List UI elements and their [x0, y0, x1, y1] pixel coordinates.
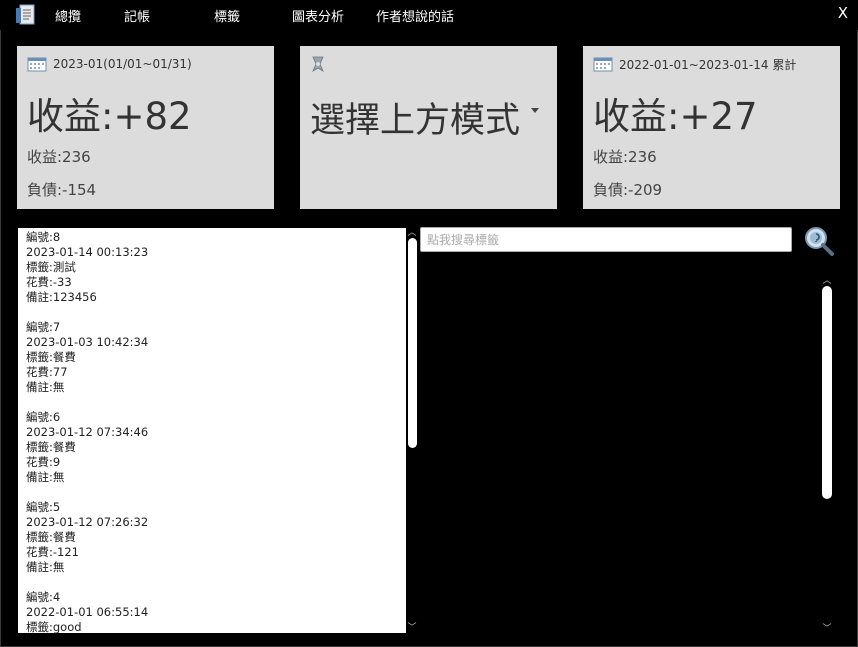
record-line: 編號:5 — [26, 500, 61, 514]
record-item[interactable]: 編號:5 2023-01-12 07:26:32 標籤:餐費 花費:-121 備註:無 — [26, 500, 148, 575]
record-line: 備註:123456 — [26, 290, 97, 304]
record-line: 花費:-33 — [26, 275, 72, 289]
record-line: 2023-01-12 07:26:32 — [26, 515, 149, 529]
calendar-icon — [593, 57, 613, 72]
record-line: 標籤:餐費 — [26, 440, 76, 454]
income-value: 收益:236 — [27, 148, 91, 166]
net-income-value: 收益:+27 — [593, 95, 758, 138]
record-line: 編號:4 — [26, 590, 61, 604]
scroll-up-arrow-icon[interactable]: ︿ — [406, 228, 418, 238]
record-line: 2023-01-14 00:13:23 — [26, 245, 149, 259]
record-line: 標籤:餐費 — [26, 530, 76, 544]
card-period-label: 2022-01-01~2023-01-14 累計 — [619, 57, 797, 72]
tag-search-input[interactable] — [420, 227, 792, 252]
record-item[interactable]: 編號:8 2023-01-14 00:13:23 標籤:測試 花費:-33 備註:123… — [26, 230, 148, 305]
menu-chart-analysis[interactable]: 圖表分析 — [292, 6, 344, 25]
record-line: 花費:77 — [26, 365, 68, 379]
ledger-app-icon — [16, 4, 35, 25]
record-item[interactable]: 編號:7 2023-01-03 10:42:34 標籤:餐費 花費:77 備註:無 — [26, 320, 148, 395]
record-line: 2023-01-03 10:42:34 — [26, 335, 149, 349]
monthly-summary-card: 2023-01(01/01~01/31) 收益:+82 收益:236 負債:-1… — [17, 46, 274, 209]
record-line: 編號:6 — [26, 410, 61, 424]
record-item[interactable]: 編號:6 2023-01-12 07:34:46 標籤:餐費 花費:9 備註:無 — [26, 410, 148, 485]
record-line: 花費:-121 — [26, 545, 79, 559]
scroll-down-arrow-icon[interactable]: ﹀ — [821, 624, 833, 634]
menu-bookkeeping[interactable]: 記帳 — [124, 6, 150, 25]
record-line: 標籤:good — [26, 620, 82, 633]
calendar-icon — [27, 57, 47, 72]
record-line: 標籤:餐費 — [26, 350, 76, 364]
net-income-value: 收益:+82 — [27, 95, 192, 138]
menu-author-notes[interactable]: 作者想說的話 — [376, 6, 454, 25]
cumulative-summary-card: 2022-01-01~2023-01-14 累計 收益:+27 收益:236 負… — [583, 46, 840, 209]
results-scrollbar[interactable]: ︿ ﹀ — [820, 276, 834, 634]
record-line: 備註:無 — [26, 380, 65, 394]
mode-select-card[interactable]: 選擇上方模式 — [300, 46, 557, 209]
chevron-down-icon[interactable] — [531, 108, 539, 113]
menu-overview[interactable]: 總攬 — [55, 6, 81, 25]
record-line: 編號:7 — [26, 320, 61, 334]
record-line: 2022-01-01 06:55:14 — [26, 605, 149, 619]
scroll-up-arrow-icon[interactable]: ︿ — [821, 276, 833, 286]
records-scrollbar[interactable]: ︿ ﹀ — [406, 228, 419, 633]
record-line: 花費:9 — [26, 455, 61, 469]
record-line: 備註:無 — [26, 560, 65, 574]
scroll-down-arrow-icon[interactable]: ﹀ — [406, 623, 418, 633]
record-line: 備註:無 — [26, 470, 65, 484]
records-list-content: 編號:8 2023-01-14 00:13:23 標籤:測試 花費:-33 備註:123… — [26, 230, 148, 633]
debt-value: 負債:-209 — [593, 181, 663, 199]
card-period-label: 2023-01(01/01~01/31) — [53, 57, 192, 71]
record-line: 2023-01-12 07:34:46 — [26, 425, 149, 439]
record-line: 標籤:測試 — [26, 260, 76, 274]
search-icon[interactable] — [803, 226, 835, 256]
menu-tags[interactable]: 標籤 — [214, 6, 240, 25]
results-scrollbar-thumb[interactable] — [822, 286, 832, 499]
records-scrollbar-thumb[interactable] — [408, 238, 417, 448]
record-item[interactable]: 編號:4 2022-01-01 06:55:14 標籤:good — [26, 590, 148, 633]
tag-icon — [312, 56, 324, 72]
record-line: 編號:8 — [26, 230, 61, 244]
debt-value: 負債:-154 — [27, 181, 97, 199]
close-button[interactable]: X — [838, 4, 848, 22]
income-value: 收益:236 — [593, 148, 657, 166]
menu-bar: 總攬 記帳 標籤 圖表分析 作者想說的話 X — [0, 0, 858, 30]
records-list[interactable]: 編號:8 2023-01-14 00:13:23 標籤:測試 花費:-33 備註:123… — [18, 228, 406, 633]
mode-select-prompt: 選擇上方模式 — [310, 101, 521, 141]
